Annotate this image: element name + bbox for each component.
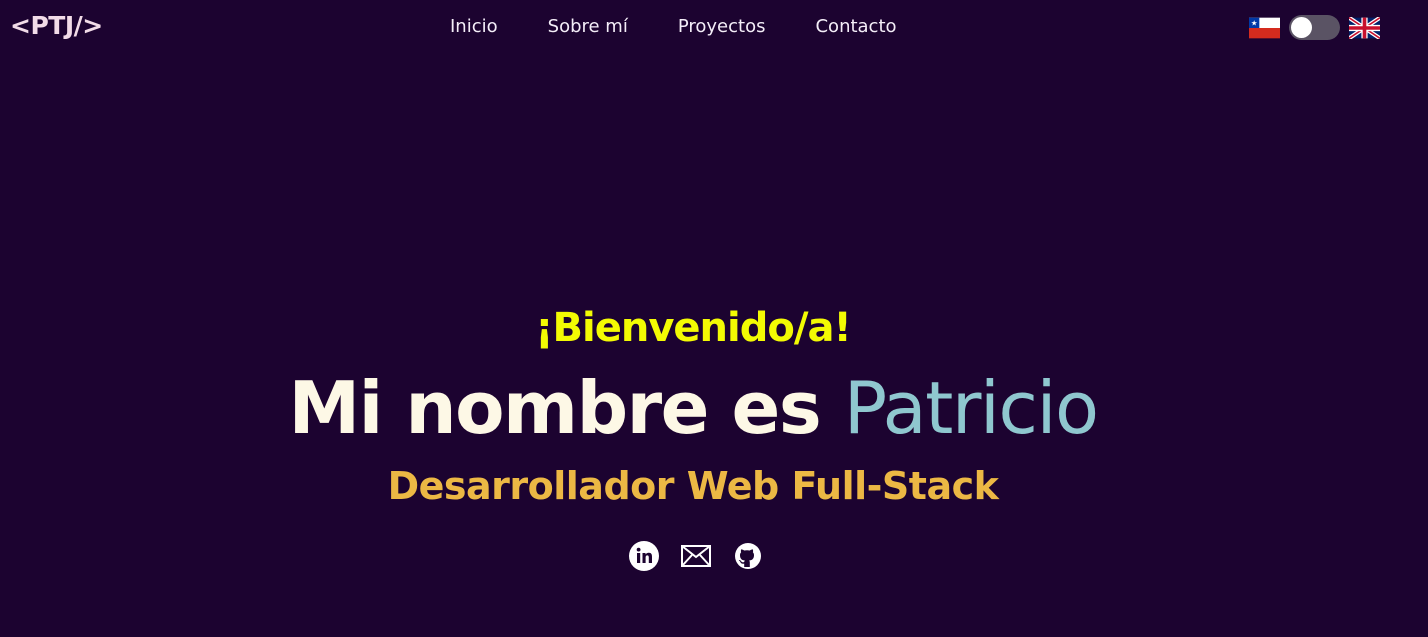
toggle-knob (1291, 17, 1312, 38)
nav-link-contacto[interactable]: Contacto (815, 14, 896, 40)
nav-link-inicio[interactable]: Inicio (450, 14, 498, 40)
nav-link-proyectos[interactable]: Proyectos (678, 14, 766, 40)
page: <PTJ/> Inicio Sobre mí Proyectos Contact… (0, 0, 1428, 637)
chile-flag-icon[interactable] (1249, 17, 1280, 39)
language-switch (1249, 15, 1380, 40)
name-prefix: Mi nombre es (288, 366, 844, 450)
greeting: ¡Bienvenido/a! (535, 305, 851, 351)
uk-flag-icon[interactable] (1349, 16, 1380, 39)
name-heading: Mi nombre es Patricio (0, 362, 1386, 454)
linkedin-icon[interactable] (628, 540, 660, 572)
nav-link-sobre-mi[interactable]: Sobre mí (548, 14, 628, 40)
navbar: <PTJ/> Inicio Sobre mí Proyectos Contact… (0, 0, 1428, 54)
github-icon[interactable] (732, 540, 764, 572)
nav-links: Inicio Sobre mí Proyectos Contacto (450, 14, 897, 40)
language-toggle[interactable] (1289, 15, 1340, 40)
social-links (628, 540, 764, 572)
role-subtitle: Desarrollador Web Full-Stack (387, 464, 999, 508)
mail-icon[interactable] (680, 540, 712, 572)
name-highlight: Patricio (843, 366, 1099, 450)
logo[interactable]: <PTJ/> (10, 10, 103, 42)
